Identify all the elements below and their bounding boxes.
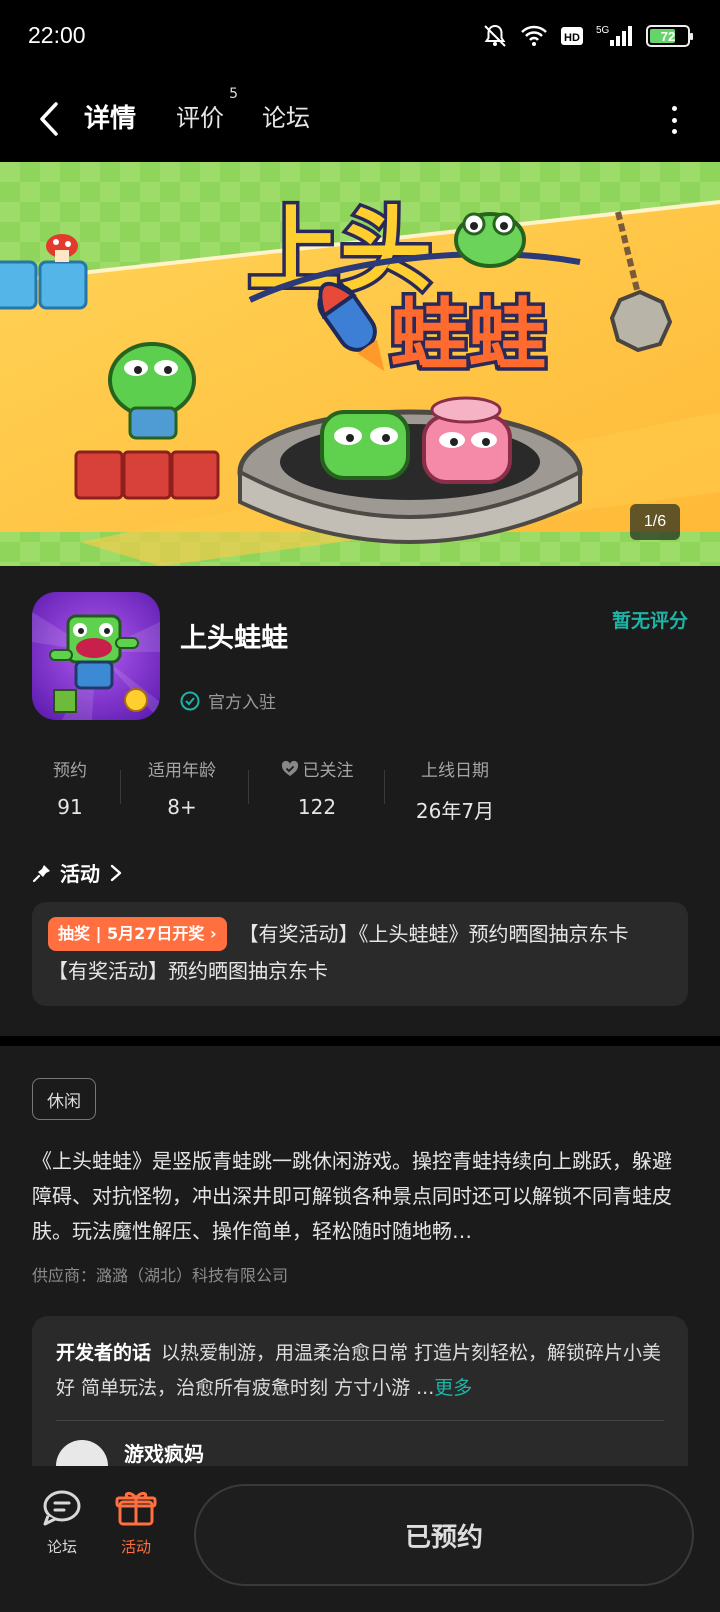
developer-note-card: 开发者的话 以热爱制游，用温柔治愈日常 打造片刻轻松，解锁碎片小美好 简单玩法，治… xyxy=(32,1316,688,1476)
activity-heading: 活动 xyxy=(60,862,100,886)
divider xyxy=(56,1420,664,1421)
reserved-button[interactable]: 已预约 xyxy=(194,1484,694,1586)
stat-followers[interactable]: 已关注 122 xyxy=(268,756,366,819)
app-icon xyxy=(32,592,160,720)
app-name: 上头蛙蛙 xyxy=(180,623,288,654)
official-badge: 官方入驻 xyxy=(180,688,276,713)
battery-icon: 72 xyxy=(646,25,693,47)
activity-header[interactable]: 活动 xyxy=(32,858,124,887)
svg-text:HD: HD xyxy=(564,32,580,44)
back-arrow-icon xyxy=(40,102,58,136)
stat-divider xyxy=(384,770,385,804)
chevron-right-icon xyxy=(110,864,122,881)
tab-details[interactable]: 详情 xyxy=(79,98,141,135)
rating-status[interactable]: 暂无评分 xyxy=(612,606,688,633)
stats-row: 预约 91 适用年龄 8+ 已关注 122 上线日期 26年7月 xyxy=(32,756,532,826)
bottom-action-bar: 论坛 活动 已预约 xyxy=(0,1466,720,1612)
stat-label: 预约 xyxy=(53,761,87,781)
banner-carousel[interactable]: 上头 蛙蛙 1/6 xyxy=(0,162,720,566)
tab-reviews[interactable]: 评价 5 xyxy=(176,86,238,133)
stat-divider xyxy=(248,770,249,804)
game-description[interactable]: 《上头蛙蛙》是竖版青蛙跳一跳休闲游戏。操控青蛙持续向上跳跃，躲避障碍、对抗怪物，… xyxy=(32,1144,690,1249)
mute-notification-icon xyxy=(482,23,508,49)
stat-label-row: 已关注 xyxy=(268,756,366,781)
hd-icon: HD xyxy=(560,25,584,47)
top-nav: 详情 评价 5 论坛 xyxy=(0,76,720,162)
activity-text-block: 抽奖 | 5月27日开奖 › 【有奖活动】《上头蛙蛙》预约晒图抽京东卡 【有奖活动… xyxy=(48,916,672,989)
followed-heart-icon xyxy=(281,760,298,776)
tab-details-label: 详情 xyxy=(84,104,137,134)
supplier-info: 供应商：潞潞（湖北）科技有限公司 xyxy=(32,1266,289,1285)
stat-label: 上线日期 xyxy=(421,761,489,781)
svg-text:5G: 5G xyxy=(596,25,610,36)
back-button[interactable] xyxy=(30,94,70,144)
stat-value: 91 xyxy=(57,795,83,819)
developer-username[interactable]: 游戏疯妈 xyxy=(124,1438,204,1467)
wifi-icon xyxy=(520,25,548,47)
verified-check-icon xyxy=(180,691,200,710)
battery-level: 72 xyxy=(660,28,676,44)
bottom-activity-button[interactable]: 活动 xyxy=(106,1488,166,1557)
forum-chat-icon xyxy=(43,1490,81,1526)
more-options-button[interactable] xyxy=(664,100,684,140)
bottom-forum-label: 论坛 xyxy=(46,1538,77,1556)
stat-label: 已关注 xyxy=(302,761,354,781)
stat-divider xyxy=(120,770,121,804)
stat-value: 26年7月 xyxy=(415,799,495,823)
pin-icon xyxy=(32,864,50,882)
genre-tag[interactable]: 休闲 xyxy=(32,1078,96,1120)
signal-icon: 5G xyxy=(596,24,634,48)
game-banner-image: 上头 蛙蛙 xyxy=(0,162,720,566)
status-icons: HD 5G 72 xyxy=(482,22,693,50)
bottom-forum-button[interactable]: 论坛 xyxy=(32,1488,92,1557)
gift-icon xyxy=(115,1491,157,1526)
developer-note-more-link[interactable]: 更多 xyxy=(434,1377,472,1399)
status-time: 22:00 xyxy=(28,22,86,48)
stat-value: 8+ xyxy=(167,795,197,819)
tab-reviews-label: 评价 xyxy=(176,104,224,132)
status-bar: 22:00 HD 5G 72 xyxy=(0,0,720,76)
stat-label: 适用年龄 xyxy=(148,761,216,781)
developer-note-title: 开发者的话 xyxy=(56,1342,152,1364)
bottom-activity-label: 活动 xyxy=(120,1538,151,1556)
svg-text:蛙蛙: 蛙蛙 xyxy=(390,291,546,381)
stat-launch-date: 上线日期 26年7月 xyxy=(406,756,504,824)
tab-forum[interactable]: 论坛 xyxy=(262,98,310,133)
lottery-badge: 抽奖 | 5月27日开奖 › xyxy=(48,916,227,951)
stat-reservations: 预约 91 xyxy=(32,756,108,819)
stat-value: 122 xyxy=(297,795,337,819)
reviews-count-badge: 5 xyxy=(229,86,238,102)
section-separator xyxy=(0,1036,720,1046)
stat-age: 适用年龄 8+ xyxy=(142,756,222,819)
banner-page-counter: 1/6 xyxy=(630,504,680,540)
developer-note-text: 开发者的话 以热爱制游，用温柔治愈日常 打造片刻轻松，解锁碎片小美好 简单玩法，治… xyxy=(56,1336,664,1406)
tab-forum-label: 论坛 xyxy=(262,104,310,132)
official-label: 官方入驻 xyxy=(208,693,276,713)
activity-card[interactable]: 抽奖 | 5月27日开奖 › 【有奖活动】《上头蛙蛙》预约晒图抽京东卡 【有奖活动… xyxy=(32,902,688,1006)
